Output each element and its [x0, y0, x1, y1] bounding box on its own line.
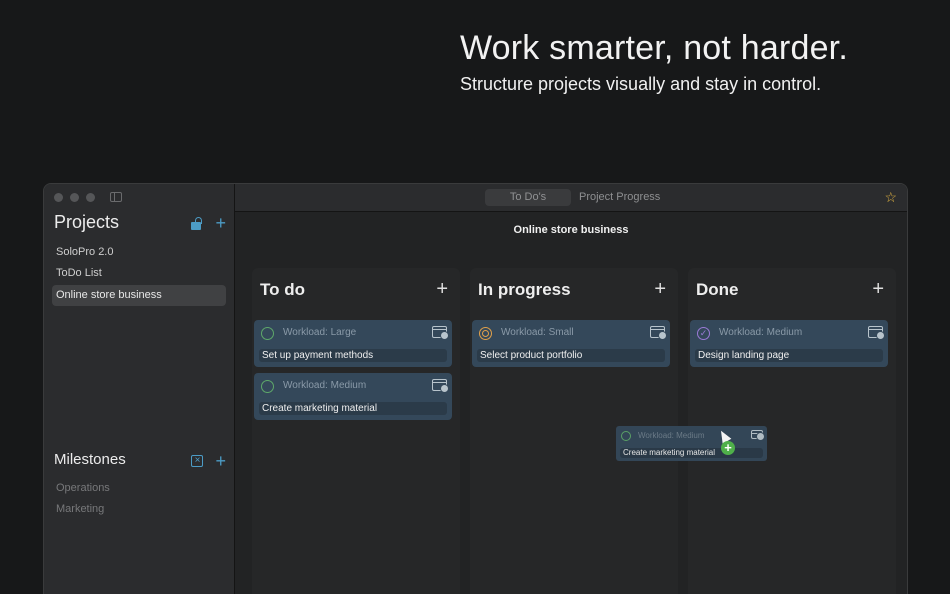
view-switcher: To Do's Project Progress	[485, 189, 668, 206]
add-badge-icon: +	[721, 441, 735, 455]
status-circle-icon	[621, 431, 631, 441]
checkmark-icon[interactable]: ✓	[697, 327, 710, 340]
card-title: Design landing page	[695, 349, 883, 362]
minimize-window-button[interactable]	[70, 193, 79, 202]
column-title: Done	[696, 280, 739, 299]
task-card[interactable]: ✓ Workload: Medium Design landing page	[690, 320, 888, 367]
column-title: In progress	[478, 280, 571, 299]
card-workload: Workload: Small	[501, 327, 574, 338]
card-workload: Workload: Medium	[283, 380, 367, 391]
main-area: To Do's Project Progress ☆ Online store …	[235, 184, 907, 594]
milestones-heading: Milestones	[54, 451, 126, 468]
hero-subtitle: Structure projects visually and stay in …	[460, 74, 822, 94]
tab-todos[interactable]: To Do's	[485, 189, 571, 206]
sidebar-item-solopro[interactable]: SoloPro 2.0	[52, 242, 226, 263]
projects-actions: +	[191, 214, 226, 232]
task-card[interactable]: Workload: Small Select product portfolio	[472, 320, 670, 367]
milestone-item-marketing[interactable]: Marketing	[56, 499, 110, 520]
card-details-icon[interactable]	[868, 326, 885, 340]
in-progress-status-icon[interactable]	[479, 327, 492, 340]
status-circle-icon[interactable]	[261, 380, 274, 393]
add-milestone-button[interactable]: +	[215, 452, 226, 470]
sidebar: Projects + SoloPro 2.0 ToDo List Online …	[44, 184, 235, 594]
task-card[interactable]: Workload: Large Set up payment methods	[254, 320, 452, 367]
dragging-card[interactable]: Workload: Medium Create marketing materi…	[616, 426, 767, 461]
add-card-button[interactable]: +	[654, 278, 666, 301]
tab-project-progress[interactable]: Project Progress	[571, 189, 668, 206]
hero: Work smarter, not harder. Structure proj…	[460, 28, 848, 95]
sidebar-item-todo-list[interactable]: ToDo List	[52, 263, 226, 284]
hero-title: Work smarter, not harder.	[460, 29, 848, 67]
add-card-button[interactable]: +	[872, 278, 884, 301]
lock-icon[interactable]	[191, 216, 203, 230]
window-controls	[54, 193, 95, 202]
card-details-icon[interactable]	[432, 379, 449, 393]
projects-heading: Projects	[54, 212, 120, 232]
column-title: To do	[260, 280, 305, 299]
card-workload: Workload: Medium	[719, 327, 803, 338]
close-window-button[interactable]	[54, 193, 63, 202]
close-box-icon[interactable]: ×	[191, 455, 204, 467]
card-title: Create marketing material	[259, 402, 447, 415]
card-details-icon	[751, 430, 765, 441]
add-card-button[interactable]: +	[436, 278, 448, 301]
card-title: Create marketing material	[620, 448, 763, 458]
app-window: Projects + SoloPro 2.0 ToDo List Online …	[43, 183, 908, 594]
sidebar-toggle-icon[interactable]	[110, 192, 122, 202]
project-list: SoloPro 2.0 ToDo List Online store busin…	[52, 242, 226, 306]
card-title: Select product portfolio	[477, 349, 665, 362]
status-circle-icon[interactable]	[261, 327, 274, 340]
card-title: Set up payment methods	[259, 349, 447, 362]
task-card[interactable]: Workload: Medium Create marketing materi…	[254, 373, 452, 420]
star-icon[interactable]: ☆	[884, 189, 897, 206]
column-todo: To do + Workload: Large Set up payment m…	[252, 268, 460, 594]
board-title: Online store business	[513, 224, 629, 236]
card-details-icon[interactable]	[432, 326, 449, 340]
milestone-list: Operations Marketing	[56, 478, 110, 520]
card-workload: Workload: Large	[283, 327, 357, 338]
milestones-actions: × +	[191, 452, 226, 470]
card-details-icon[interactable]	[650, 326, 667, 340]
zoom-window-button[interactable]	[86, 193, 95, 202]
toolbar: To Do's Project Progress ☆	[235, 184, 907, 212]
milestone-item-operations[interactable]: Operations	[56, 478, 110, 499]
add-project-button[interactable]: +	[215, 214, 226, 232]
card-workload: Workload: Medium	[638, 431, 705, 440]
sidebar-item-online-store[interactable]: Online store business	[52, 284, 226, 306]
